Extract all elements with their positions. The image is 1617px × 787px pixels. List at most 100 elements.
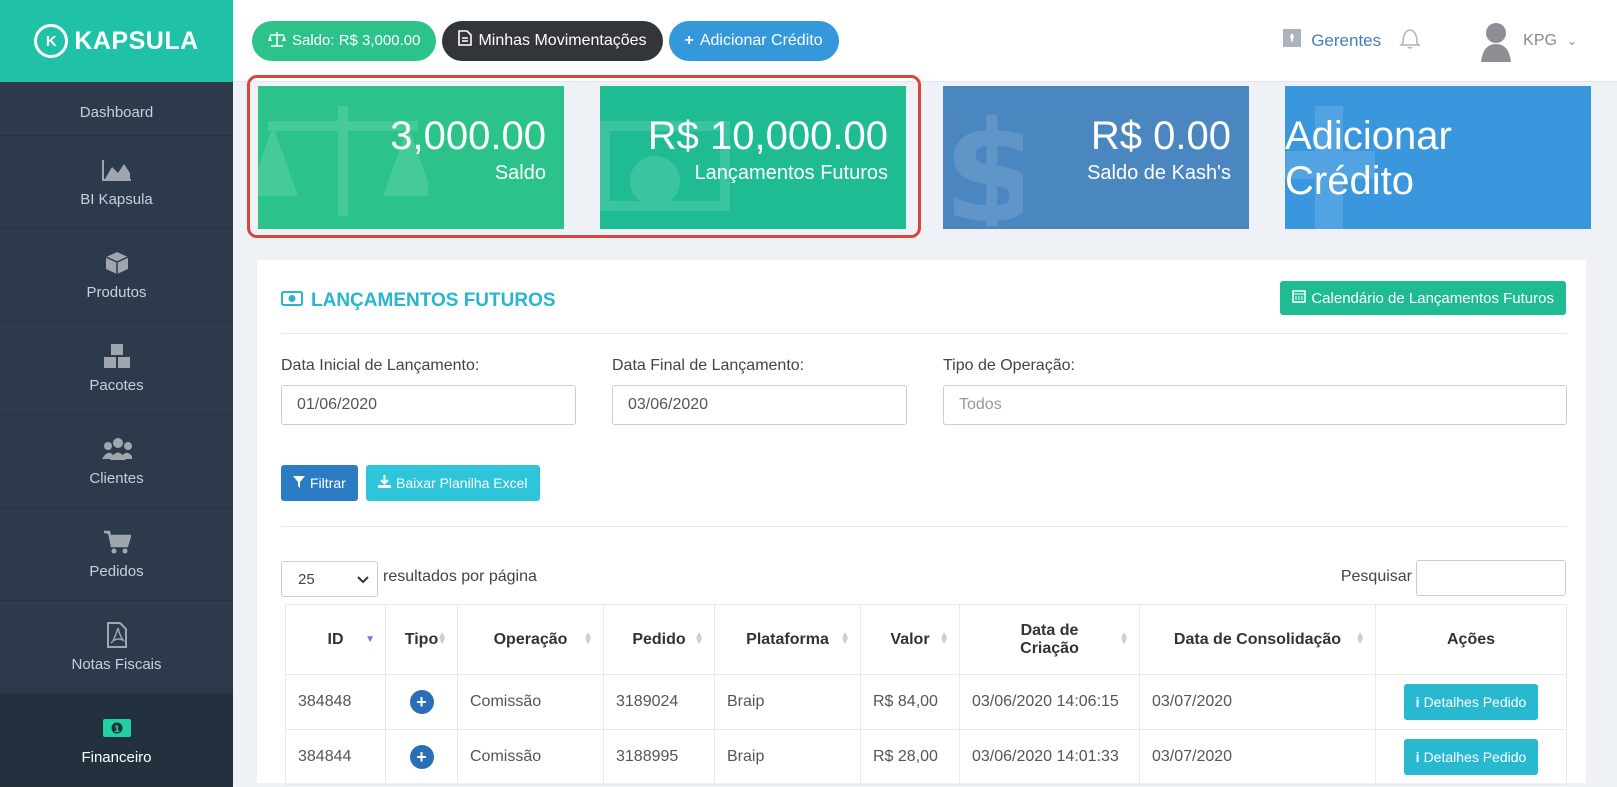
sidebar-item-financeiro[interactable]: 1 Financeiro	[0, 694, 233, 787]
header-label: Tipo	[404, 630, 439, 648]
topbar-right: Gerentes KPG ⌄	[1283, 20, 1617, 62]
search-input[interactable]	[1416, 560, 1566, 596]
detalhes-pedido-button[interactable]: i Detalhes Pedido	[1403, 739, 1539, 775]
column-header-data-criacao[interactable]: Data de Criação ▲ ▼	[959, 604, 1140, 675]
adicionar-credito-label: Adicionar Crédito	[699, 31, 823, 49]
saldo-kash-card[interactable]: $ R$ 0.00 Saldo de Kash's	[943, 86, 1249, 229]
sidebar-item-label: Pedidos	[89, 562, 144, 580]
sidebar-item-bi-kapsula[interactable]: BI Kapsula	[0, 136, 233, 229]
chevron-down-icon	[357, 571, 369, 588]
dollar-icon: $	[943, 106, 1023, 226]
plus-icon: +	[684, 31, 694, 49]
start-date-label: Data Inicial de Lançamento:	[281, 357, 480, 374]
sidebar-item-dashboard[interactable]: Dashboard	[0, 82, 233, 136]
cart-icon	[102, 529, 132, 555]
cubes-icon	[102, 343, 132, 369]
cell-valor: R$ 28,00	[860, 729, 960, 785]
divider	[281, 526, 1567, 527]
column-header-pedido[interactable]: Pedido ▲ ▼	[603, 604, 715, 675]
sidebar-item-label: Produtos	[86, 283, 147, 301]
sidebar-item-label: Pacotes	[89, 376, 144, 394]
manager-icon	[1283, 29, 1302, 52]
sidebar-item-pacotes[interactable]: Pacotes	[0, 322, 233, 415]
cell-pedido: 3188995	[603, 729, 715, 785]
sidebar-item-label: Financeiro	[81, 748, 152, 766]
cell-id: 384848	[285, 674, 386, 730]
filtrar-button[interactable]: Filtrar	[281, 465, 358, 501]
baixar-excel-button[interactable]: Baixar Planilha Excel	[366, 465, 540, 501]
calendario-label: Calendário de Lançamentos Futuros	[1311, 289, 1554, 307]
column-header-data-consolidacao[interactable]: Data de Consolidação ▲ ▼	[1139, 604, 1376, 675]
plus-circle-icon: +	[409, 690, 434, 714]
calendario-button[interactable]: Calendário de Lançamentos Futuros	[1280, 281, 1566, 315]
baixar-excel-label: Baixar Planilha Excel	[396, 475, 528, 491]
topbar: Saldo: R$ 3,000.00 Minhas Movimentações …	[233, 0, 1617, 82]
cell-acoes: i Detalhes Pedido	[1375, 674, 1567, 730]
sidebar-item-notas-fiscais[interactable]: Notas Fiscais	[0, 601, 233, 694]
sort-icon: ▲ ▼	[583, 630, 593, 647]
saldo-pill-label: Saldo: R$ 3,000.00	[292, 32, 421, 49]
sidebar: K KAPSULA Dashboard BI Kapsula Produtos …	[0, 0, 233, 787]
user-name: KPG	[1523, 31, 1557, 49]
adicionar-credito-card-label: Adicionar Crédito	[1285, 114, 1452, 203]
sidebar-item-pedidos[interactable]: Pedidos	[0, 508, 233, 601]
saldo-kash-label: Saldo de Kash's	[1087, 162, 1231, 184]
column-header-operacao[interactable]: Operação ▲ ▼	[457, 604, 604, 675]
bell-icon[interactable]	[1399, 26, 1421, 55]
svg-text:1: 1	[113, 725, 119, 735]
brand-name: KAPSULA	[74, 26, 199, 55]
cell-valor: R$ 84,00	[860, 674, 960, 730]
lancamentos-panel: LANÇAMENTOS FUTUROS Calendário de Lançam…	[257, 260, 1586, 785]
movimentacoes-button[interactable]: Minhas Movimentações	[442, 20, 663, 61]
user-menu[interactable]: KPG ⌄	[1479, 20, 1577, 62]
adicionar-credito-button[interactable]: + Adicionar Crédito	[668, 20, 839, 61]
start-date-input[interactable]: 01/06/2020	[281, 385, 576, 425]
calendar-icon	[1292, 289, 1307, 307]
file-pdf-icon	[102, 621, 132, 648]
cell-data-consolidacao: 03/07/2020	[1139, 729, 1376, 785]
end-date-input[interactable]: 03/06/2020	[612, 385, 907, 425]
gerentes-link[interactable]: Gerentes	[1283, 29, 1381, 52]
users-icon	[101, 436, 132, 462]
sidebar-item-label: Notas Fiscais	[71, 655, 162, 673]
sort-icon: ▲ ▼	[1355, 630, 1365, 647]
kapsula-logo-icon: K	[34, 24, 69, 58]
cell-operacao: Comissão	[457, 729, 604, 785]
sort-icon: ▲ ▼	[694, 630, 704, 647]
column-header-tipo[interactable]: Tipo ▲ ▼	[385, 604, 458, 675]
download-icon	[378, 475, 391, 491]
operation-type-select[interactable]: Todos	[943, 385, 1567, 425]
svg-text:$: $	[943, 106, 1023, 226]
info-icon: i	[1415, 749, 1420, 765]
chevron-down-icon: ⌄	[1566, 33, 1577, 48]
sort-icon: ▲ ▼	[1119, 630, 1129, 647]
saldo-kash-value: R$ 0.00	[1090, 114, 1231, 158]
saldo-pill-button[interactable]: Saldo: R$ 3,000.00	[252, 20, 437, 61]
gerentes-label: Gerentes	[1311, 30, 1382, 50]
area-chart-icon	[101, 157, 132, 183]
header-label: Data de Consolidação	[1173, 630, 1342, 648]
header-label: Plataforma	[746, 630, 829, 648]
cell-acoes: i Detalhes Pedido	[1375, 729, 1567, 785]
panel-title: LANÇAMENTOS FUTUROS	[281, 290, 556, 312]
cell-pedido: 3189024	[603, 674, 715, 730]
detalhes-pedido-button[interactable]: i Detalhes Pedido	[1403, 684, 1539, 720]
search-label: Pesquisar	[1340, 568, 1412, 585]
sort-desc-icon: ▼	[365, 634, 375, 645]
header-label: Valor	[890, 630, 930, 648]
header-label: Pedido	[632, 630, 686, 648]
column-header-plataforma[interactable]: Plataforma ▲ ▼	[714, 604, 861, 675]
column-header-id[interactable]: ID ▼	[285, 604, 386, 675]
column-header-valor[interactable]: Valor ▲ ▼	[860, 604, 960, 675]
page-size-value: 25	[298, 570, 315, 588]
cube-icon	[102, 250, 132, 276]
filter-icon	[293, 475, 305, 491]
sort-icon: ▲ ▼	[437, 630, 447, 647]
sidebar-item-clientes[interactable]: Clientes	[0, 415, 233, 508]
sidebar-item-produtos[interactable]: Produtos	[0, 229, 233, 322]
info-icon: i	[1415, 694, 1420, 710]
adicionar-credito-card[interactable]: Adicionar Crédito	[1285, 86, 1591, 229]
brand-logo[interactable]: K KAPSULA	[0, 0, 233, 82]
page-size-select[interactable]: 25	[281, 561, 378, 597]
divider	[281, 333, 1567, 334]
